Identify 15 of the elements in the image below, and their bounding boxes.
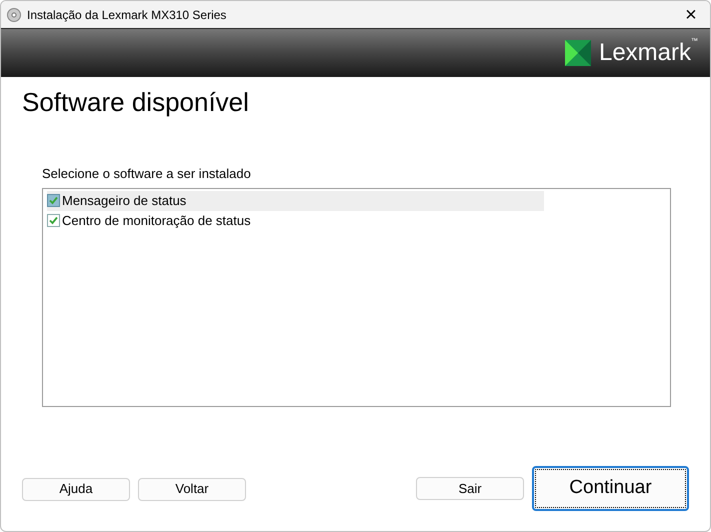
dialog-button[interactable]: Ajuda: [22, 478, 130, 500]
close-button[interactable]: ×: [678, 4, 704, 24]
dialog-button[interactable]: Sair: [416, 477, 524, 500]
brand-name: Lexmark: [598, 38, 691, 68]
checkbox[interactable]: [47, 214, 60, 227]
continue-button[interactable]: Continuar: [532, 466, 689, 511]
checkbox[interactable]: [47, 194, 60, 207]
list-item[interactable]: Mensageiro de status: [47, 190, 544, 210]
logo-icon: [564, 40, 591, 66]
disc-icon: [7, 8, 21, 22]
list-label: Selecione o software a ser instalado: [42, 165, 252, 183]
dialog-button[interactable]: Voltar: [138, 478, 246, 500]
window-title: Instalação da Lexmark MX310 Series: [27, 6, 228, 24]
page-heading: Software disponível: [22, 86, 250, 119]
list-item[interactable]: Centro de monitoração de status: [47, 210, 544, 230]
